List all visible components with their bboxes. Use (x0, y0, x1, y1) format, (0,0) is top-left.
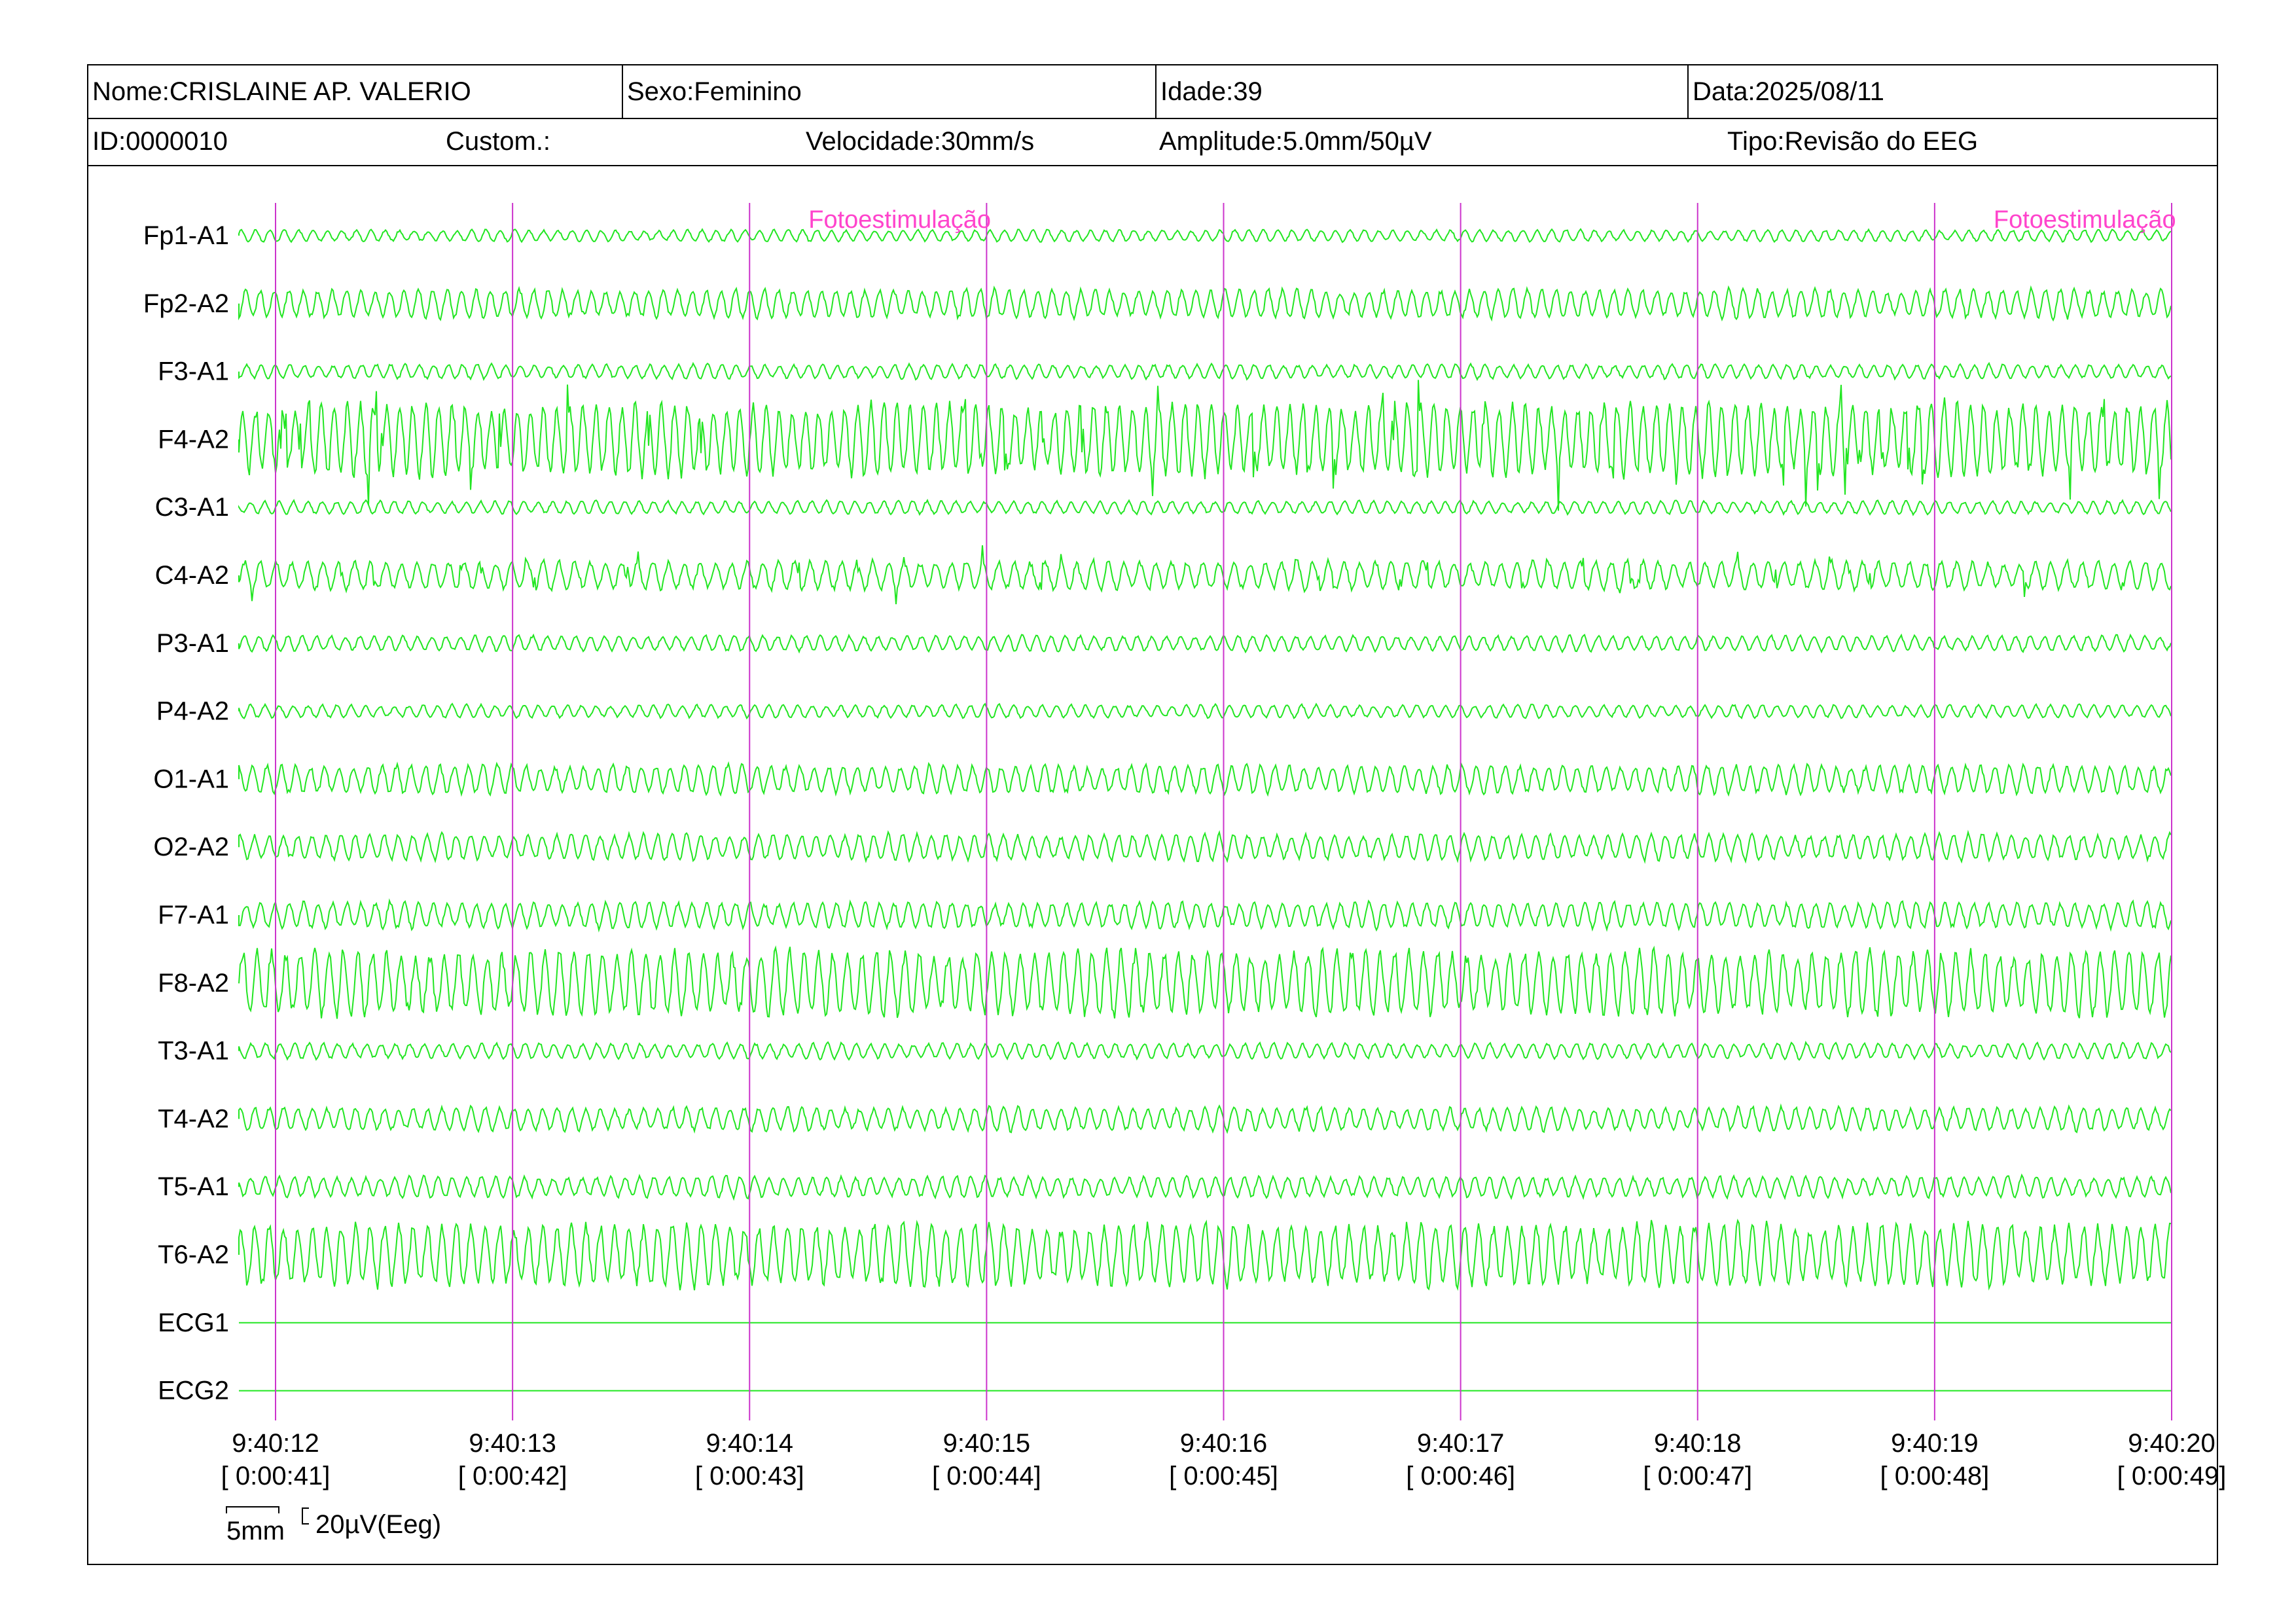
time-scale-bar (226, 1506, 279, 1513)
channel-label: F8-A2 (158, 969, 229, 998)
channel-label: C3-A1 (155, 493, 229, 522)
eeg-trace-f8-a2 (238, 945, 2172, 1019)
photostimulation-annotation: Fotoestimulação (1994, 206, 2176, 234)
eeg-trace-t5-a1 (238, 1173, 2172, 1201)
eeg-trace-fp2-a2 (238, 285, 2172, 322)
channel-label: O2-A2 (153, 833, 229, 861)
channel-label: F7-A1 (158, 901, 229, 929)
eeg-trace-o1-a1 (238, 761, 2172, 797)
time-tick-clock: 9:40:18 (1654, 1429, 1741, 1458)
channel-label: P4-A2 (156, 697, 229, 726)
amplitude-scale-label: 20µV(Eeg) (315, 1510, 441, 1539)
channel-label: T5-A1 (158, 1172, 229, 1201)
channel-label: T4-A2 (158, 1104, 229, 1133)
time-tick-clock: 9:40:19 (1891, 1429, 1978, 1458)
time-tick-elapsed: [ 0:00:45] (1169, 1462, 1278, 1490)
channel-label: T3-A1 (158, 1037, 229, 1066)
time-tick-clock: 9:40:15 (943, 1429, 1030, 1458)
eeg-trace-p3-a1 (238, 633, 2172, 654)
time-tick-elapsed: [ 0:00:46] (1406, 1462, 1515, 1490)
channel-label: O1-A1 (153, 765, 229, 793)
channel-label: F4-A2 (158, 425, 229, 454)
time-tick-elapsed: [ 0:00:42] (458, 1462, 567, 1490)
amplitude-scale-bracket (302, 1507, 309, 1525)
eeg-trace-o2-a2 (238, 829, 2172, 864)
eeg-trace-t4-a2 (238, 1103, 2172, 1134)
eeg-trace-f7-a1 (238, 898, 2172, 933)
eeg-trace-c3-a1 (238, 498, 2172, 516)
time-tick-elapsed: [ 0:00:44] (932, 1462, 1041, 1490)
channel-label: C4-A2 (155, 561, 229, 590)
time-tick-clock: 9:40:16 (1180, 1429, 1267, 1458)
eeg-trace-p4-a2 (238, 702, 2172, 720)
channel-label: P3-A1 (156, 629, 229, 658)
time-tick-clock: 9:40:17 (1417, 1429, 1504, 1458)
channel-label: ECG1 (158, 1308, 229, 1337)
eeg-trace-f3-a1 (238, 361, 2172, 382)
time-tick-elapsed: [ 0:00:41] (221, 1462, 331, 1490)
channel-label: ECG2 (158, 1377, 229, 1405)
eeg-trace-fp1-a1 (238, 228, 2172, 244)
photostimulation-annotation: Fotoestimulação (808, 206, 991, 234)
channel-label: Fp1-A1 (143, 221, 229, 250)
time-tick-elapsed: [ 0:00:49] (2117, 1462, 2227, 1490)
channel-label: Fp2-A2 (143, 289, 229, 318)
time-tick-elapsed: [ 0:00:43] (695, 1462, 804, 1490)
channel-label: F3-A1 (158, 357, 229, 386)
time-tick-elapsed: [ 0:00:48] (1880, 1462, 1989, 1490)
eeg-chart: Fp1-A1 Fp2-A2 F3-A1 F4-A2 C3-A1 C4-A2 P3-A1 P4-… (143, 203, 2227, 1545)
eeg-trace-c4-a2 (238, 545, 2172, 605)
time-tick-clock: 9:40:12 (232, 1429, 319, 1458)
eeg-trace-t6-a2 (238, 1218, 2172, 1291)
time-tick-clock: 9:40:13 (469, 1429, 556, 1458)
time-tick-elapsed: [ 0:00:47] (1643, 1462, 1752, 1490)
eeg-trace-t3-a1 (238, 1040, 2172, 1061)
time-tick-clock: 9:40:20 (2128, 1429, 2215, 1458)
time-tick-clock: 9:40:14 (706, 1429, 793, 1458)
time-scale-label: 5mm (226, 1517, 285, 1545)
eeg-trace-f4-a2 (238, 380, 2172, 511)
channel-label: T6-A2 (158, 1240, 229, 1269)
